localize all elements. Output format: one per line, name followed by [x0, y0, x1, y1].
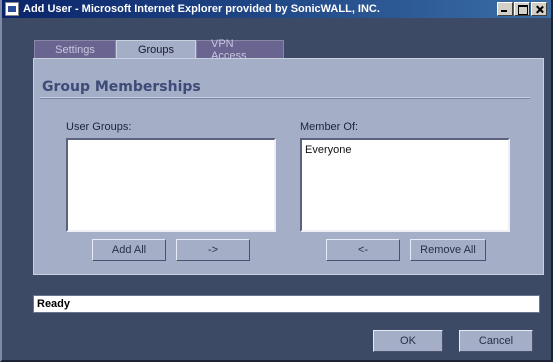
remove-all-button[interactable]: Remove All	[410, 239, 486, 261]
close-icon[interactable]	[531, 2, 547, 16]
list-item[interactable]: Everyone	[305, 143, 505, 157]
remove-button[interactable]: <-	[326, 239, 400, 261]
user-groups-list[interactable]	[66, 138, 276, 232]
group-memberships-panel: Group Memberships User Groups: Member Of…	[33, 58, 544, 275]
ok-button[interactable]: OK	[373, 330, 443, 352]
add-all-button[interactable]: Add All	[92, 239, 166, 261]
member-of-label: Member Of:	[300, 121, 359, 133]
add-button[interactable]: ->	[176, 239, 250, 261]
tab-groups[interactable]: Groups	[116, 40, 196, 58]
ie-page-icon	[5, 2, 19, 16]
member-of-list[interactable]: Everyone	[300, 138, 510, 232]
section-title: Group Memberships	[42, 79, 201, 95]
tab-settings[interactable]: Settings	[34, 40, 116, 58]
section-divider-shadow	[40, 98, 530, 99]
window-title: Add User - Microsoft Internet Explorer p…	[23, 3, 380, 15]
tab-bar: Settings Groups VPN Access	[34, 38, 284, 62]
minimize-icon[interactable]	[497, 2, 513, 16]
status-bar: Ready	[33, 295, 540, 313]
cancel-button[interactable]: Cancel	[459, 330, 533, 352]
user-groups-label: User Groups:	[66, 121, 132, 133]
window-controls	[496, 2, 547, 16]
tab-vpn-access[interactable]: VPN Access	[196, 38, 284, 62]
title-bar[interactable]: Add User - Microsoft Internet Explorer p…	[2, 0, 551, 18]
maximize-icon[interactable]	[514, 2, 530, 16]
browser-window: Add User - Microsoft Internet Explorer p…	[0, 0, 553, 362]
